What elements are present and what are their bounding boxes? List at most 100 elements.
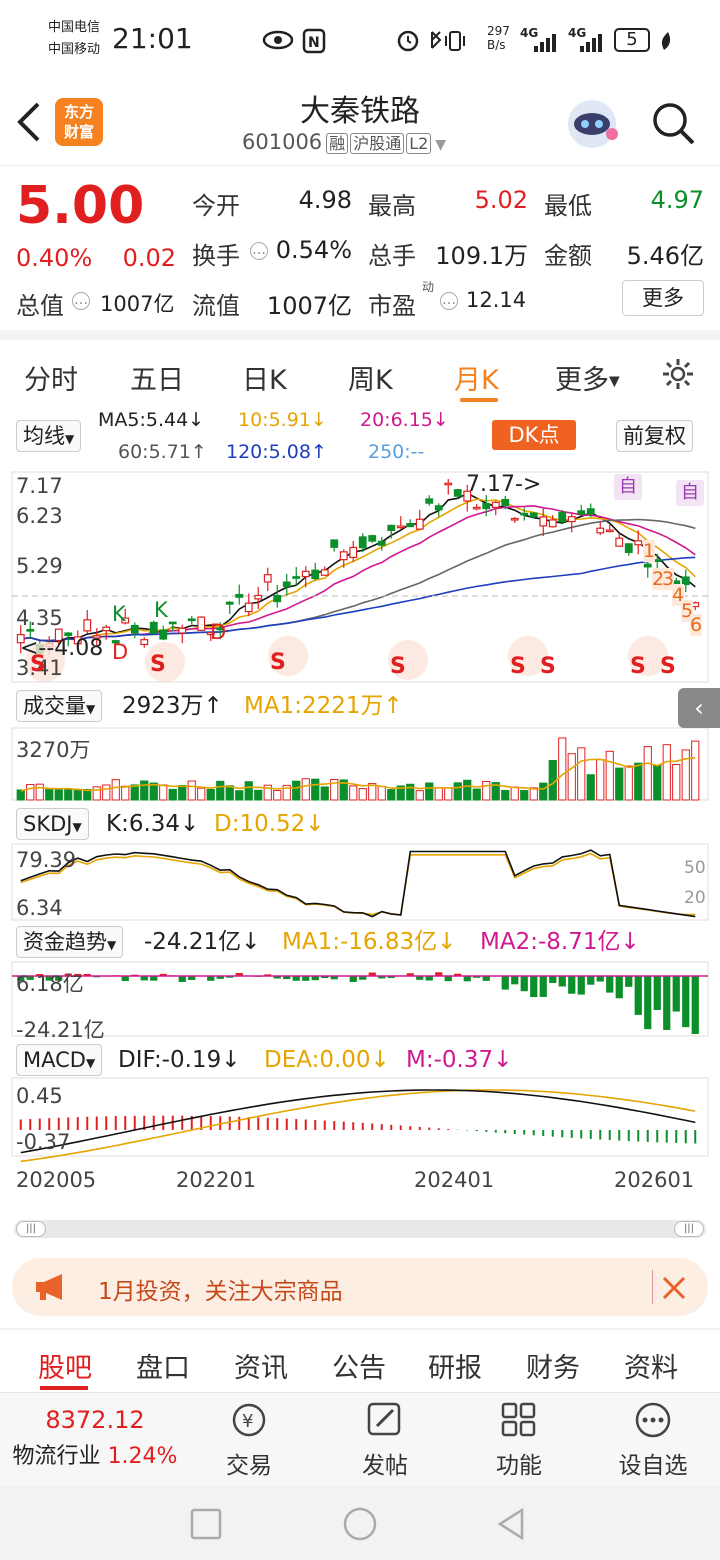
volume-bar [273,789,282,801]
carrier-1: 中国电信 [48,20,101,35]
sector-index-value: 8372.12 [45,1406,145,1434]
fund-bar [558,976,566,987]
tab-research[interactable]: 研报 [428,1346,482,1385]
trade-button[interactable]: ¥ 交易 [194,1400,304,1480]
recent-apps-icon[interactable] [188,1506,224,1542]
mcap-label: 总值 [16,292,64,320]
macd-dif: DIF:-0.19↓ [118,1047,241,1073]
candle-body [83,619,92,632]
scroll-handle-left[interactable]: ||| [16,1221,46,1237]
function-button[interactable]: 功能 [464,1400,574,1480]
volume-bar [472,788,481,801]
volume-bar [130,784,139,801]
skdj-d: D:10.52↓ [214,811,325,837]
sell-signal: S [660,654,676,679]
divider [652,1270,653,1304]
dk-point-button[interactable]: DK点 [492,420,576,450]
k-mark: K [154,598,168,622]
volume-bar [102,784,111,801]
yen-exchange-icon: ¥ [232,1403,266,1437]
battery-icon: 5 [614,28,650,52]
candle-body [529,512,538,518]
amount-value: 5.46亿 [626,242,704,270]
scroll-handle-right[interactable]: ||| [674,1221,704,1237]
tab-intraday[interactable]: 分时 [24,358,78,397]
volume-bar [643,746,652,801]
chart-scrollbar[interactable]: ||| ||| [14,1220,706,1238]
tab-daily[interactable]: 日K [242,358,287,397]
tab-more[interactable]: 更多▼ [555,358,620,397]
volume-bar [653,764,662,801]
macd-dea: DEA:0.00↓ [264,1047,390,1073]
tab-monthly[interactable]: 月K [454,358,499,397]
fund-ma1: MA1:-16.83亿↓ [282,929,457,955]
volume-value: 109.1万 [435,242,528,270]
tab-profile[interactable]: 资料 [624,1346,678,1385]
x-tick: 202601 [614,1168,695,1192]
volume-bar [197,787,206,801]
tab-finance[interactable]: 财务 [526,1346,580,1385]
promo-banner[interactable]: 1月投资，关注大宗商品 [12,1258,708,1316]
volume-select[interactable]: 成交量▼ [16,690,103,722]
close-icon[interactable] [660,1274,688,1302]
fund-select-label: 资金趋势 [23,930,107,954]
macd-select[interactable]: MACD▼ [16,1044,103,1076]
open-label: 今开 [192,192,240,220]
dropdown-caret-icon[interactable]: ▼ [435,137,446,153]
info-icon[interactable]: … [440,292,458,310]
tab-guba[interactable]: 股吧 [38,1346,92,1385]
tab-announcements[interactable]: 公告 [332,1346,386,1385]
skdj-level-20: 20 [684,888,706,908]
back-icon[interactable] [494,1506,530,1542]
candle-body [368,535,377,542]
search-icon[interactable] [650,100,698,148]
add-watchlist-button[interactable]: 设自选 [598,1400,708,1480]
self-select-mark: 自 [614,474,642,500]
adjust-button[interactable]: 前复权 [616,420,693,452]
tab-news[interactable]: 资讯 [234,1346,288,1385]
candle-body [349,546,358,558]
candle-body [301,570,310,578]
volume-bar [453,782,462,801]
settings-gear-icon[interactable] [660,356,696,392]
volume-bar [140,780,149,801]
change-amt: 0.02 [122,244,176,272]
candle-body [548,519,557,528]
fund-bar [207,976,215,981]
volume-bar [681,749,690,801]
more-button[interactable]: 更多 [622,280,704,316]
candle-body [187,618,196,622]
home-icon[interactable] [340,1504,380,1544]
volume-bar [605,750,614,801]
skdj-select[interactable]: SKDJ▼ [16,808,89,840]
banner-text: 1月投资，关注大宗商品 [98,1279,343,1305]
skdj-top: 79.39 [16,848,77,872]
tab-pankou[interactable]: 盘口 [136,1346,190,1385]
volume-value: 2923万↑ [122,693,223,719]
info-icon[interactable]: … [250,242,268,260]
sector-index[interactable]: 8372.12 物流行业 1.24% [0,1406,190,1470]
fund-bar [444,976,452,982]
fund-select[interactable]: 资金趋势▼ [16,926,124,958]
net-speed: 297 B/s [487,24,510,52]
sector-index-row: 物流行业 1.24% [0,1438,190,1470]
clock: 21:01 [112,22,193,55]
collapse-arrow-icon[interactable]: ‹ [678,688,720,728]
fund-bar [121,976,129,982]
tab-weekly[interactable]: 周K [348,358,393,397]
tab-5day[interactable]: 五日 [130,358,184,397]
sell-signal: S [150,652,166,677]
margin-tag: 融 [326,133,349,154]
ma-line [20,556,696,642]
fund-bar [539,976,547,997]
post-button[interactable]: 发帖 [330,1400,440,1480]
volume-bar [567,753,576,801]
fund-bar [530,976,538,998]
candle-body [558,512,567,523]
info-icon[interactable]: … [72,292,90,310]
candle-body [406,522,415,528]
fund-top: 6.18亿 [16,972,84,996]
last-price: 5.00 [16,176,145,236]
robot-assistant-icon[interactable] [562,94,622,154]
indicator-select[interactable]: 均线▼ [16,420,82,452]
